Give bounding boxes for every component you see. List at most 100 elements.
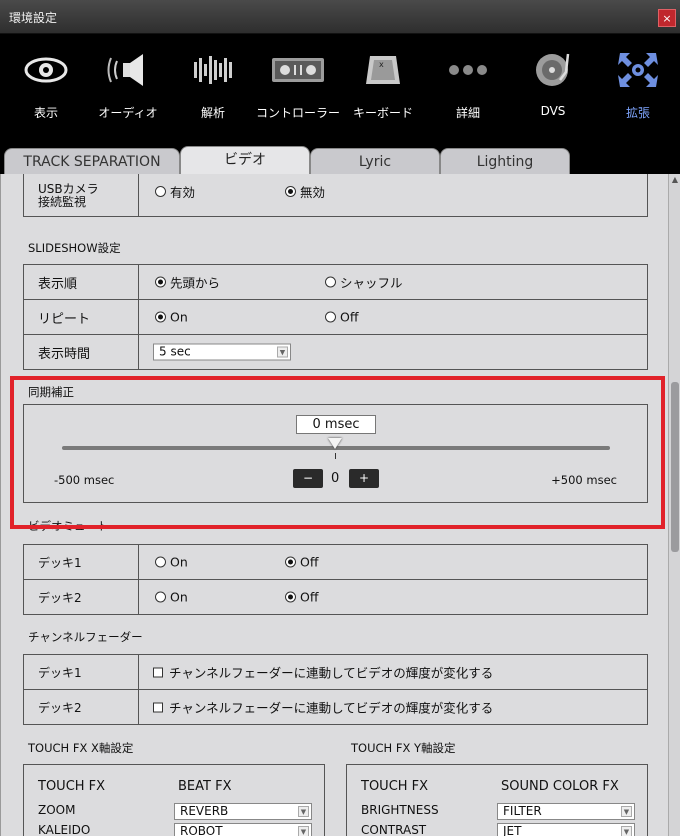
usb-camera-label: USBカメラ 接続監視 [23,174,139,217]
category-expansion[interactable]: 拡張 [596,34,680,144]
dropdown-arrow-icon: ▼ [621,806,632,817]
select-value: ROBOT [180,824,223,836]
highlight-box [10,376,665,529]
touch-fx-y-col2: SOUND COLOR FX [501,779,619,794]
svg-text:x: x [379,60,384,69]
category-toolbar: 表示 オーディオ 解析 コントローラー x キーボード 詳細 DVS 拡張 [0,34,680,144]
deck2-label: デッキ2 [23,689,139,725]
radio-label: On [170,589,188,605]
category-label: 詳細 [455,106,480,120]
slideshow-table: 表示順 先頭から シャッフル リピート On Off 表示時間 5 sec ▼ [23,264,648,370]
select-value: FILTER [503,804,542,818]
category-keyboard[interactable]: x キーボード [341,34,425,144]
channel-fader-title: チャンネルフェーダー [28,630,143,644]
radio-dot [325,311,336,323]
repeat-label: リピート [23,299,139,335]
window-title: 環境設定 [9,11,58,25]
category-label: DVS [540,104,566,118]
display-order-label: 表示順 [23,264,139,300]
kaleido-label: KALEIDO [38,823,91,836]
title-bar: 環境設定 × [0,0,680,34]
category-label: オーディオ [98,106,158,120]
dropdown-arrow-icon: ▼ [298,806,309,817]
checkbox-box [153,667,163,677]
deck1-mute-on-radio[interactable]: On [155,555,188,570]
vertical-scrollbar[interactable]: ▲ [668,174,680,836]
waveform-icon [171,50,255,94]
tab-lyric[interactable]: Lyric [310,148,440,176]
brightness-label: BRIGHTNESS [361,803,439,817]
tab-lighting[interactable]: Lighting [440,148,570,176]
category-label: 拡張 [625,106,650,120]
category-dvs[interactable]: DVS [511,34,595,144]
radio-label: 無効 [300,185,326,200]
touch-fx-y-panel: TOUCH FX SOUND COLOR FX BRIGHTNESS FILTE… [346,764,648,836]
usb-camera-disabled-radio[interactable]: 無効 [285,182,325,201]
checkbox-label: チャンネルフェーダーに連動してビデオの輝度が変化する [169,665,494,681]
deck1-mute-off-radio[interactable]: Off [285,555,318,570]
select-value: JET [503,824,522,836]
category-display[interactable]: 表示 [4,34,88,144]
keyboard-icon: x [341,50,425,94]
eye-icon [4,50,88,94]
radio-dot [155,311,166,323]
order-first-radio[interactable]: 先頭から [155,273,220,292]
duration-label: 表示時間 [23,334,139,370]
radio-dot [325,276,336,288]
video-mute-table: デッキ1 On Off デッキ2 On Off [23,544,648,615]
dots-icon [426,50,510,94]
deck2-mute-off-radio[interactable]: Off [285,590,318,605]
contrast-label: CONTRAST [361,823,427,836]
scroll-up-icon[interactable]: ▲ [670,176,680,184]
radio-dot [155,276,166,288]
close-button[interactable]: × [658,9,676,27]
repeat-on-radio[interactable]: On [155,310,188,325]
contrast-select[interactable]: JET ▼ [497,823,635,836]
category-label: コントローラー [256,106,341,120]
category-analysis[interactable]: 解析 [171,34,255,144]
deck2-mute-on-radio[interactable]: On [155,590,188,605]
category-label: 表示 [33,106,58,120]
category-audio[interactable]: オーディオ [86,34,170,144]
tab-strip: TRACK SEPARATION ビデオ Lyric Lighting [0,144,680,176]
duration-select[interactable]: 5 sec ▼ [153,343,291,361]
radio-label: シャッフル [340,275,403,291]
deck1-label: デッキ1 [23,544,139,580]
brightness-select[interactable]: FILTER ▼ [497,803,635,820]
slideshow-title: SLIDESHOW設定 [28,241,121,255]
select-value: 5 sec [159,344,191,359]
category-details[interactable]: 詳細 [426,34,510,144]
radio-label: Off [300,554,319,570]
radio-dot [155,591,166,603]
order-shuffle-radio[interactable]: シャッフル [325,273,403,292]
speaker-icon [86,50,170,94]
usb-camera-table: USBカメラ 接続監視 有効 無効 [23,174,648,217]
touch-fx-y-title: TOUCH FX Y軸設定 [351,741,456,755]
dropdown-arrow-icon: ▼ [621,826,632,836]
touch-fx-x-col2: BEAT FX [178,779,232,794]
touch-fx-x-title: TOUCH FX X軸設定 [28,741,134,755]
kaleido-select[interactable]: ROBOT ▼ [174,823,312,836]
category-controller[interactable]: コントローラー [256,34,340,144]
checkbox-label: チャンネルフェーダーに連動してビデオの輝度が変化する [169,700,494,716]
touch-fx-x-panel: TOUCH FX BEAT FX ZOOM REVERB ▼ KALEIDO R… [23,764,325,836]
radio-dot [285,556,296,568]
zoom-label: ZOOM [38,803,76,817]
touch-fx-y-col1: TOUCH FX [361,779,429,794]
radio-label: Off [340,309,359,325]
tab-video[interactable]: ビデオ [180,146,310,176]
radio-dot [285,591,296,603]
deck2-fader-brightness-checkbox[interactable]: チャンネルフェーダーに連動してビデオの輝度が変化する [153,698,493,717]
tab-track-separation[interactable]: TRACK SEPARATION [4,148,180,176]
scrollbar-thumb[interactable] [671,382,679,552]
radio-label: 先頭から [170,275,221,291]
checkbox-box [153,702,163,712]
radio-label: On [170,309,188,325]
repeat-off-radio[interactable]: Off [325,310,358,325]
zoom-select[interactable]: REVERB ▼ [174,803,312,820]
controller-icon [256,50,340,94]
usb-camera-enabled-radio[interactable]: 有効 [155,182,195,201]
deck1-fader-brightness-checkbox[interactable]: チャンネルフェーダーに連動してビデオの輝度が変化する [153,663,493,682]
touch-fx-x-col1: TOUCH FX [38,779,106,794]
select-value: REVERB [180,804,229,818]
